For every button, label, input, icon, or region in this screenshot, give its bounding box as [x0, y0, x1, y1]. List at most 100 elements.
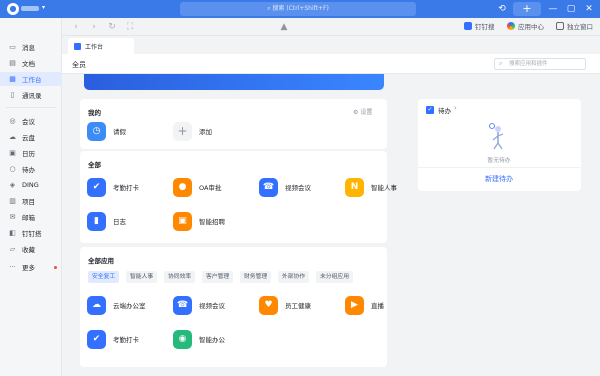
- app-label: 智能人事: [371, 184, 397, 192]
- sidebar: ▭ 消息 ▤ 文档 ▦ 工作台 ▯ 通讯录 ◎ 会议 ☁ 云盘 ▣ 日历 ○ 待办 ◈ DING …: [0, 18, 62, 376]
- workspace-icon[interactable]: ▲: [278, 21, 290, 33]
- tab-strip: 工作台: [62, 36, 600, 54]
- minimize-icon[interactable]: —: [546, 2, 560, 16]
- user-avatar[interactable]: ●: [7, 3, 19, 15]
- app-leave[interactable]: ◷ 请假: [87, 121, 126, 141]
- workbench-tab-icon: [74, 42, 81, 50]
- app-smart-office[interactable]: ◉ 智能办公: [173, 329, 225, 349]
- new-todo-button[interactable]: 新建待办: [418, 174, 580, 184]
- mine-settings-link[interactable]: ⚙ 设置: [353, 107, 372, 116]
- live-icon: ▶: [345, 295, 364, 315]
- org-title[interactable]: 全员: [72, 60, 86, 70]
- back-icon[interactable]: ‹: [70, 21, 82, 33]
- app-label: 日志: [113, 218, 126, 226]
- settings-icon: ⚙: [353, 109, 359, 116]
- workbench-icon: ▦: [9, 75, 16, 83]
- app-smart-hr[interactable]: N 智能人事: [345, 177, 397, 197]
- sidebar-item-todo[interactable]: ○ 待办: [0, 162, 62, 176]
- empty-illustration: [489, 123, 504, 150]
- app-label: 云端办公室: [113, 302, 146, 310]
- sidebar-item-favorites[interactable]: ▱ 收藏: [0, 242, 62, 256]
- app-attendance-2[interactable]: ✔ 考勤打卡: [87, 329, 139, 349]
- sidebar-item-cloud[interactable]: ☁ 云盘: [0, 130, 62, 144]
- history-icon[interactable]: ⟲: [495, 2, 509, 16]
- todo-icon: ○: [9, 165, 16, 173]
- chip-finance[interactable]: 财务管理: [240, 271, 272, 283]
- chip-crm[interactable]: 客户管理: [202, 271, 234, 283]
- workbench-content: 全员 ⌕ 搜索应用和插件 我的 ⚙ 设置 ◷ 请假 + 添加 全部 ✔ 考勤打卡 ● OA…: [62, 54, 600, 376]
- todo-title[interactable]: 待办: [438, 105, 451, 115]
- sidebar-item-calendar[interactable]: ▣ 日历: [0, 146, 62, 160]
- sidebar-item-project[interactable]: ▥ 项目: [0, 194, 62, 208]
- app-search-placeholder: 搜索应用和插件: [509, 61, 548, 67]
- app-video-meeting[interactable]: ☎ 视频会议: [259, 177, 311, 197]
- close-icon[interactable]: ✕: [582, 2, 596, 16]
- app-log[interactable]: ▮ 日志: [87, 211, 126, 231]
- dingdan-button[interactable]: 钉钉搜: [464, 22, 495, 32]
- app-center-button[interactable]: 应用中心: [507, 22, 544, 32]
- more-icon: ···: [9, 263, 16, 271]
- attendance-icon: ✔: [87, 329, 106, 349]
- attendance-icon: ✔: [87, 177, 106, 197]
- calendar-icon: ▣: [9, 149, 16, 157]
- forward-icon[interactable]: ›: [88, 21, 100, 33]
- recruit-icon: ▣: [173, 211, 192, 231]
- mine-title: 我的: [88, 109, 101, 117]
- app-label: 请假: [113, 128, 126, 136]
- sidebar-item-label: 云盘: [22, 134, 35, 142]
- health-icon: ♥: [259, 295, 278, 315]
- app-search-input[interactable]: ⌕ 搜索应用和插件: [494, 58, 586, 70]
- chevron-right-icon[interactable]: ›: [454, 104, 457, 112]
- sidebar-item-label: 日历: [22, 150, 35, 158]
- app-employee-health[interactable]: ♥ 员工健康: [259, 295, 311, 315]
- add-button[interactable]: +: [513, 2, 541, 16]
- mine-card: 我的 ⚙ 设置 ◷ 请假 + 添加: [80, 99, 387, 149]
- app-cloud-office[interactable]: ☁ 云端办公室: [87, 295, 146, 315]
- dingdan-icon: [464, 22, 472, 30]
- maximize-icon[interactable]: ▢: [564, 2, 578, 16]
- chevron-down-icon[interactable]: ▾: [42, 4, 45, 11]
- sidebar-item-meeting[interactable]: ◎ 会议: [0, 114, 62, 128]
- message-icon: ▭: [9, 43, 16, 51]
- sidebar-item-ding[interactable]: ◈ DING: [0, 178, 62, 192]
- banner[interactable]: [84, 74, 384, 90]
- global-search-placeholder: 搜索 (Ctrl+Shift+F): [272, 5, 329, 12]
- hr-icon: N: [345, 177, 364, 197]
- global-search[interactable]: ⌕ 搜索 (Ctrl+Shift+F): [180, 2, 416, 16]
- sidebar-item-build[interactable]: ◧ 钉钉搭: [0, 226, 62, 240]
- sidebar-item-mail[interactable]: ✉ 邮箱: [0, 210, 62, 224]
- app-live[interactable]: ▶ 直播: [345, 295, 384, 315]
- chip-smart-hr[interactable]: 智能人事: [126, 271, 158, 283]
- app-oa-approval[interactable]: ● OA审批: [173, 177, 221, 197]
- chip-collab[interactable]: 协同效率: [164, 271, 196, 283]
- app-add[interactable]: + 添加: [173, 121, 212, 141]
- all-apps-title: 全部应用: [88, 257, 114, 265]
- standalone-window-button[interactable]: 独立窗口: [556, 22, 593, 32]
- cloud-office-icon: ☁: [87, 295, 106, 315]
- app-smart-recruit[interactable]: ▣ 智能招聘: [173, 211, 225, 231]
- chip-safe-return[interactable]: 安全复工: [88, 271, 120, 283]
- cloud-icon: ☁: [9, 133, 16, 141]
- sidebar-item-docs[interactable]: ▤ 文档: [0, 56, 62, 70]
- build-icon: ◧: [9, 229, 16, 237]
- account-name[interactable]: [21, 6, 39, 11]
- app-video-meeting-2[interactable]: ☎ 视频会议: [173, 295, 225, 315]
- chip-ungrouped[interactable]: 未分组应用: [316, 271, 353, 283]
- app-label: 员工健康: [285, 302, 311, 310]
- sidebar-item-label: 待办: [22, 166, 35, 174]
- sidebar-item-more[interactable]: ··· 更多: [0, 260, 62, 274]
- sidebar-item-label: 会议: [22, 118, 35, 126]
- leave-icon: ◷: [87, 121, 106, 141]
- nav-toolbar: ‹ › ↻ ⛶ ▲ 钉钉搜 应用中心 独立窗口: [62, 18, 600, 36]
- refresh-icon[interactable]: ↻: [106, 21, 118, 33]
- smart-office-icon: ◉: [173, 329, 192, 349]
- tab-workbench[interactable]: 工作台: [68, 38, 134, 54]
- chip-external[interactable]: 外部协作: [278, 271, 310, 283]
- fullscreen-icon[interactable]: ⛶: [124, 21, 136, 33]
- sidebar-item-contacts[interactable]: ▯ 通讯录: [0, 88, 62, 102]
- sidebar-item-workbench[interactable]: ▦ 工作台: [0, 72, 62, 86]
- project-icon: ▥: [9, 197, 16, 205]
- app-attendance[interactable]: ✔ 考勤打卡: [87, 177, 139, 197]
- sidebar-item-messages[interactable]: ▭ 消息: [0, 40, 62, 54]
- all-title: 全部: [88, 161, 101, 169]
